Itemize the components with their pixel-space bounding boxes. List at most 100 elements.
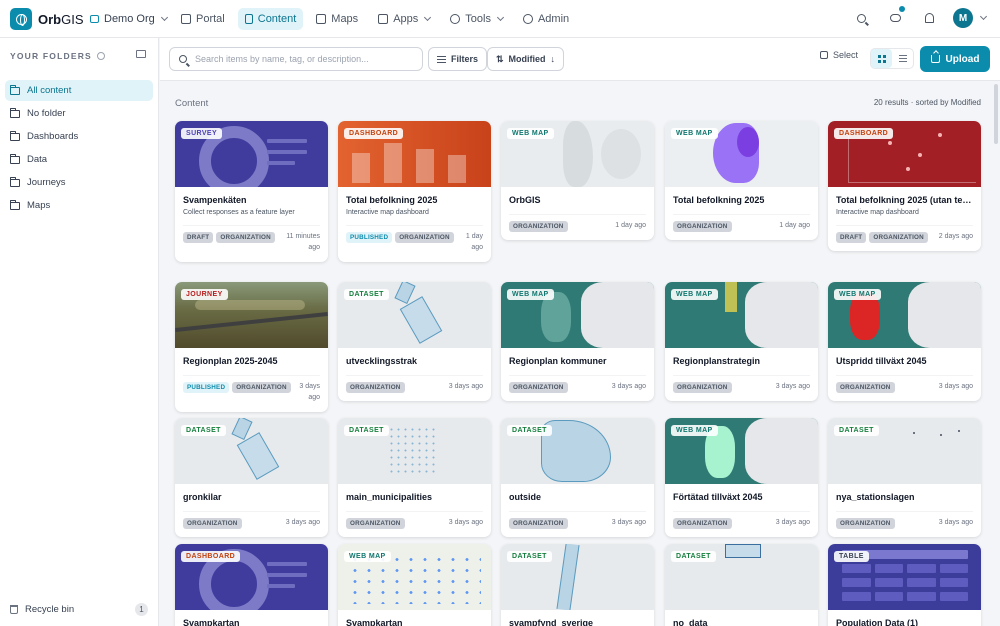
- sort-button[interactable]: ⇅ Modified ↓: [487, 47, 565, 71]
- item-type-tag: WEB MAP: [671, 289, 718, 300]
- card-body: no_data: [665, 610, 818, 626]
- search-button[interactable]: [851, 8, 871, 28]
- sync-button[interactable]: [885, 6, 905, 28]
- content-card[interactable]: JOURNEY Regionplan 2025-2045 PUBLISHED ORGA…: [175, 282, 328, 412]
- nav-content[interactable]: Content: [237, 8, 304, 30]
- item-type-tag: WEB MAP: [671, 425, 718, 436]
- content-card[interactable]: WEB MAP OrbGIS ORGANIZATION 1 day ago: [501, 121, 654, 240]
- content-card[interactable]: DATASET outside ORGANIZATION 3 days ago: [501, 418, 654, 537]
- folder-all-content[interactable]: All content: [5, 80, 153, 101]
- folder-maps[interactable]: Maps: [5, 195, 153, 216]
- avatar: M: [953, 8, 973, 28]
- card-body: Regionplan kommuner ORGANIZATION 3 days ag…: [501, 348, 654, 401]
- orbgis-logo-icon[interactable]: [10, 8, 32, 30]
- content-card[interactable]: TABLE Population Data (1): [828, 544, 981, 626]
- content-card[interactable]: WEB MAP Förtätad tillväxt 2045 ORGANIZATIO…: [665, 418, 818, 537]
- app-brand[interactable]: OrbGIS: [38, 12, 84, 27]
- content-card[interactable]: WEB MAP Regionplan kommuner ORGANIZATION 3 …: [501, 282, 654, 401]
- card-thumbnail: WEB MAP: [665, 282, 818, 348]
- upload-button[interactable]: Upload: [920, 46, 990, 72]
- folder-journeys[interactable]: Journeys: [5, 172, 153, 193]
- content-card[interactable]: DATASET nya_stationslagen ORGANIZATION 3 da…: [828, 418, 981, 537]
- item-type-tag: DATASET: [344, 425, 389, 436]
- card-title: Regionplan 2025-2045: [183, 356, 278, 366]
- card-body: Svampkartan: [175, 610, 328, 626]
- content-card[interactable]: DATASET no_data: [665, 544, 818, 626]
- content-card[interactable]: WEB MAP Utspridd tillväxt 2045 ORGANIZATIO…: [828, 282, 981, 401]
- card-thumbnail: DATASET: [828, 418, 981, 484]
- card-body: OrbGIS ORGANIZATION 1 day ago: [501, 187, 654, 240]
- sharing-badge: ORGANIZATION: [673, 221, 732, 232]
- list-view-button[interactable]: [892, 49, 913, 68]
- search-box[interactable]: [169, 47, 423, 71]
- sort-icon: ⇅: [496, 53, 504, 64]
- card-meta: DRAFT ORGANIZATION 2 days ago: [836, 225, 973, 243]
- card-body: Svampkartan: [338, 610, 491, 626]
- grid-view-button[interactable]: [871, 49, 892, 68]
- nav-apps[interactable]: Apps: [371, 8, 437, 30]
- content-card[interactable]: DATASET gronkilar ORGANIZATION 3 days ago: [175, 418, 328, 537]
- select-button[interactable]: Select: [820, 50, 858, 60]
- card-thumbnail: TABLE: [828, 544, 981, 610]
- nav-label: Apps: [393, 13, 419, 25]
- content-card[interactable]: DATASET utvecklingsstrak ORGANIZATION 3 day…: [338, 282, 491, 401]
- gear-icon: [522, 14, 533, 24]
- upload-icon: [930, 55, 940, 63]
- nav-portal[interactable]: Portal: [174, 8, 232, 30]
- card-title: svampfynd_sverige: [509, 618, 594, 626]
- modified-time: 3 days ago: [611, 383, 646, 390]
- folder-data[interactable]: Data: [5, 149, 153, 170]
- nav-label: Admin: [537, 13, 570, 25]
- folder-list: All content No folder Dashboards Data Jo…: [5, 80, 153, 218]
- item-type-tag: DATASET: [507, 551, 552, 562]
- card-title: Förtätad tillväxt 2045: [673, 492, 763, 502]
- card-title: Utspridd tillväxt 2045: [836, 356, 927, 366]
- content-card[interactable]: DASHBOARD Total befolkning 2025 Interactiv…: [338, 121, 491, 262]
- info-icon[interactable]: [96, 52, 105, 60]
- content-card[interactable]: DASHBOARD Total befolkning 2025 (utan te……: [828, 121, 981, 251]
- modified-time: 3 days ago: [448, 383, 483, 390]
- folder-label: All content: [27, 85, 72, 96]
- item-type-tag: WEB MAP: [507, 128, 554, 139]
- card-title: Total befolkning 2025 (utan te…: [836, 195, 972, 205]
- content-card[interactable]: WEB MAP Total befolkning 2025 ORGANIZATION…: [665, 121, 818, 240]
- content-heading: Content: [175, 98, 209, 109]
- content-card[interactable]: DASHBOARD Svampkartan: [175, 544, 328, 626]
- nav-tools[interactable]: Tools: [443, 8, 510, 30]
- recycle-bin[interactable]: Recycle bin 1: [10, 603, 148, 616]
- card-meta: ORGANIZATION 3 days ago: [509, 511, 646, 529]
- card-title: Svampenkäten: [183, 195, 247, 205]
- nav-admin[interactable]: Admin: [516, 8, 576, 30]
- notifications-button[interactable]: [919, 8, 939, 28]
- content-card[interactable]: DATASET main_municipalities ORGANIZATION 3 …: [338, 418, 491, 537]
- content-card[interactable]: WEB MAP Svampkartan: [338, 544, 491, 626]
- sharing-badge: ORGANIZATION: [509, 382, 568, 393]
- results-summary: 20 results · sorted by Modified: [873, 98, 981, 107]
- nav-maps[interactable]: Maps: [309, 8, 365, 30]
- sharing-badge: ORGANIZATION: [509, 518, 568, 529]
- new-folder-icon[interactable]: [136, 50, 146, 58]
- top-navigation-bar: OrbGIS Demo Org Portal Content Maps Apps…: [0, 0, 1000, 38]
- card-meta: DRAFT ORGANIZATION 11 minutes ago: [183, 225, 320, 254]
- search-input[interactable]: [195, 54, 415, 64]
- content-card[interactable]: WEB MAP Regionplanstrategin ORGANIZATION 3 …: [665, 282, 818, 401]
- status-badge-published: PUBLISHED: [346, 232, 393, 243]
- sharing-badge: ORGANIZATION: [346, 382, 405, 393]
- content-card[interactable]: SURVEY Svampenkäten Collect responses as a…: [175, 121, 328, 262]
- bell-icon: [924, 13, 934, 23]
- content-card[interactable]: DATASET svampfynd_sverige: [501, 544, 654, 626]
- folder-dashboards[interactable]: Dashboards: [5, 126, 153, 147]
- card-body: Regionplan 2025-2045 PUBLISHED ORGANIZATIO…: [175, 348, 328, 412]
- card-title: outside: [509, 492, 542, 502]
- sharing-badge: ORGANIZATION: [395, 232, 454, 243]
- folders-heading: YOUR FOLDERS: [10, 51, 105, 61]
- modified-time: 3 days ago: [938, 519, 973, 526]
- user-menu[interactable]: M: [953, 8, 988, 28]
- card-meta: PUBLISHED ORGANIZATION 1 day ago: [346, 225, 483, 254]
- org-switcher[interactable]: Demo Org: [90, 8, 168, 30]
- item-type-tag: DATASET: [507, 425, 552, 436]
- scrollbar[interactable]: [994, 84, 998, 144]
- item-type-tag: WEB MAP: [344, 551, 391, 562]
- folder-no-folder[interactable]: No folder: [5, 103, 153, 124]
- filters-button[interactable]: Filters: [428, 47, 488, 71]
